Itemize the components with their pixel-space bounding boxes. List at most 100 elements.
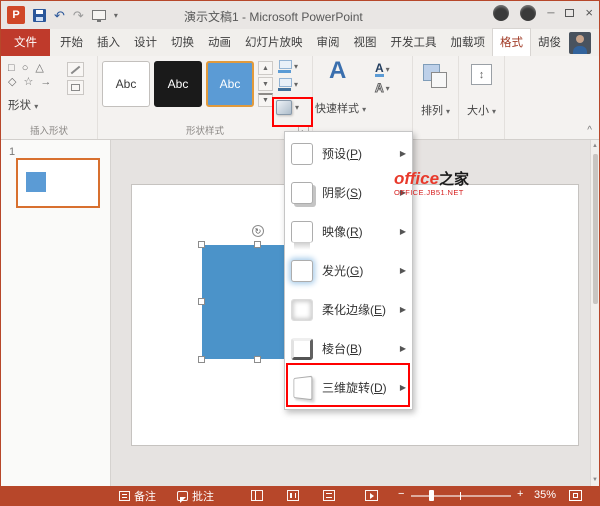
tab-developer[interactable]: 开发工具 bbox=[384, 29, 444, 56]
text-outline-button[interactable]: A ▾ bbox=[375, 82, 390, 94]
slide-sorter-view-button[interactable] bbox=[287, 490, 299, 501]
normal-view-button[interactable] bbox=[251, 490, 263, 501]
customize-toolbar-arrow-icon[interactable]: ▾ bbox=[114, 11, 118, 20]
resize-handle[interactable] bbox=[198, 356, 205, 363]
styles-scroll-down-icon[interactable]: ▼ bbox=[258, 77, 273, 91]
menu-item-3d-rotation[interactable]: 三维旋转(D) ▶ bbox=[285, 368, 412, 407]
shape-style-swatch-selected[interactable]: Abc bbox=[206, 61, 254, 107]
tab-format[interactable]: 格式 bbox=[492, 28, 531, 56]
collapse-ribbon-icon[interactable]: ^ bbox=[587, 125, 592, 136]
comments-button[interactable]: 批注 bbox=[177, 486, 214, 505]
tab-addins[interactable]: 加载项 bbox=[444, 29, 493, 56]
ribbon: □ ○ △ ◇ ☆ → 形状 ▾ 插入形状 Abc Abc Abc ▲ ▼ ▼ … bbox=[1, 56, 599, 140]
text-outline-icon: A bbox=[375, 82, 384, 94]
watermark-brand: office bbox=[394, 169, 439, 188]
size-icon: ↕ bbox=[471, 64, 492, 85]
scroll-down-icon[interactable]: ▼ bbox=[591, 477, 599, 483]
zoom-slider-notch bbox=[460, 492, 461, 500]
vertical-scrollbar[interactable]: ▲ ▼ bbox=[590, 140, 599, 486]
tab-animations[interactable]: 动画 bbox=[201, 29, 238, 56]
menu-item-preset[interactable]: 预设(P) ▶ bbox=[285, 134, 412, 173]
styles-more-icon[interactable]: ▼ bbox=[258, 93, 273, 107]
menu-item-shadow[interactable]: 阴影(S) ▶ bbox=[285, 173, 412, 212]
shadow-icon bbox=[291, 182, 313, 204]
user-avatar[interactable] bbox=[569, 32, 591, 54]
chevron-down-icon: ▾ bbox=[294, 80, 298, 89]
zoom-in-button[interactable]: + bbox=[517, 488, 523, 500]
shapes-button[interactable]: 形状 ▾ bbox=[8, 97, 38, 113]
size-button[interactable]: 大小 ▾ bbox=[459, 102, 504, 118]
submenu-arrow-icon: ▶ bbox=[400, 344, 406, 353]
submenu-arrow-icon: ▶ bbox=[400, 266, 406, 275]
scrollbar-thumb[interactable] bbox=[593, 154, 598, 304]
3d-rotation-icon bbox=[294, 375, 313, 400]
reflection-icon bbox=[291, 221, 313, 243]
user-name[interactable]: 胡俊 bbox=[532, 29, 567, 56]
tab-slideshow[interactable]: 幻灯片放映 bbox=[238, 29, 310, 56]
chevron-down-icon: ▾ bbox=[295, 103, 299, 112]
tab-transitions[interactable]: 切换 bbox=[164, 29, 201, 56]
chevron-down-icon: ▾ bbox=[34, 102, 38, 111]
zoom-level[interactable]: 35% bbox=[534, 489, 556, 501]
minimize-button[interactable]: ─ bbox=[547, 8, 554, 19]
undo-icon[interactable]: ↶ bbox=[54, 9, 65, 22]
arrange-button[interactable]: 排列 ▾ bbox=[413, 102, 458, 118]
tab-design[interactable]: 设计 bbox=[127, 29, 164, 56]
slide-thumbnail[interactable] bbox=[16, 158, 100, 208]
ribbon-tab-row: 文件 开始 插入 设计 切换 动画 幻灯片放映 审阅 视图 开发工具 加载项 格… bbox=[1, 29, 599, 56]
tab-review[interactable]: 审阅 bbox=[310, 29, 347, 56]
window-controls: ─ × bbox=[493, 5, 593, 21]
tab-view[interactable]: 视图 bbox=[347, 29, 384, 56]
zoom-out-button[interactable]: − bbox=[398, 488, 404, 500]
status-bar: 备注 批注 − + 35% bbox=[1, 486, 599, 505]
ribbon-tabs: 文件 开始 插入 设计 切换 动画 幻灯片放映 审阅 视图 开发工具 加载项 格… bbox=[1, 28, 532, 56]
styles-scroll-up-icon[interactable]: ▲ bbox=[258, 61, 273, 75]
scroll-up-icon[interactable]: ▲ bbox=[591, 143, 599, 149]
group-arrange: 排列 ▾ bbox=[413, 56, 459, 139]
menu-item-bevel[interactable]: 棱台(B) ▶ bbox=[285, 329, 412, 368]
fit-to-window-button[interactable] bbox=[569, 490, 582, 501]
chevron-down-icon: ▾ bbox=[294, 62, 298, 71]
arrange-icon bbox=[423, 64, 447, 88]
resize-handle[interactable] bbox=[254, 356, 261, 363]
zoom-slider-thumb[interactable] bbox=[429, 490, 434, 501]
text-box-button[interactable] bbox=[67, 80, 84, 95]
shape-style-swatch[interactable]: Abc bbox=[102, 61, 150, 107]
resize-handle[interactable] bbox=[198, 241, 205, 248]
close-button[interactable]: × bbox=[585, 7, 593, 19]
shape-fill-button[interactable]: ▾ bbox=[278, 60, 298, 73]
tab-home[interactable]: 开始 bbox=[53, 29, 90, 56]
menu-item-reflection[interactable]: 映像(R) ▶ bbox=[285, 212, 412, 251]
soft-edges-icon bbox=[291, 299, 313, 321]
notes-button[interactable]: 备注 bbox=[119, 486, 156, 505]
watermark: office之家 OFFICE.JB51.NET bbox=[394, 170, 469, 197]
reading-view-button[interactable] bbox=[323, 490, 335, 501]
chevron-down-icon: ▾ bbox=[446, 107, 450, 116]
shape-style-swatch[interactable]: Abc bbox=[154, 61, 202, 107]
shape-outline-button[interactable]: ▾ bbox=[278, 78, 298, 91]
group-insert-shapes: □ ○ △ ◇ ☆ → 形状 ▾ 插入形状 bbox=[1, 56, 98, 139]
zoom-slider-track[interactable] bbox=[411, 495, 511, 497]
title-bar: P ↶ ↷ ▾ 演示文稿1 - Microsoft PowerPoint ─ × bbox=[1, 1, 599, 29]
maximize-button[interactable] bbox=[565, 9, 574, 17]
tab-file[interactable]: 文件 bbox=[1, 29, 50, 56]
resize-handle[interactable] bbox=[254, 241, 261, 248]
text-fill-button[interactable]: A ▾ bbox=[375, 62, 390, 77]
chevron-down-icon: ▾ bbox=[386, 65, 390, 74]
edit-shape-button[interactable] bbox=[67, 62, 84, 77]
menu-item-soft-edges[interactable]: 柔化边缘(E) ▶ bbox=[285, 290, 412, 329]
powerpoint-icon[interactable]: P bbox=[7, 6, 25, 24]
shape-effects-button[interactable]: ▾ bbox=[276, 100, 299, 115]
shape-gallery-row[interactable]: □ ○ △ bbox=[8, 61, 46, 74]
slideshow-icon[interactable] bbox=[92, 10, 106, 20]
menu-item-glow[interactable]: 发光(G) ▶ bbox=[285, 251, 412, 290]
shape-gallery-row[interactable]: ◇ ☆ → bbox=[8, 75, 53, 88]
tab-insert[interactable]: 插入 bbox=[90, 29, 127, 56]
redo-icon[interactable]: ↷ bbox=[73, 9, 84, 22]
save-icon[interactable] bbox=[33, 9, 46, 22]
slideshow-view-button[interactable] bbox=[365, 490, 378, 501]
quick-styles-button[interactable]: 快速样式 ▾ bbox=[315, 100, 366, 116]
resize-handle[interactable] bbox=[198, 298, 205, 305]
group-shape-styles: Abc Abc Abc ▲ ▼ ▼ ▾ ▾ ▾ ↘ 形状样式 bbox=[98, 56, 313, 139]
rotation-handle-icon[interactable]: ↻ bbox=[252, 225, 264, 237]
